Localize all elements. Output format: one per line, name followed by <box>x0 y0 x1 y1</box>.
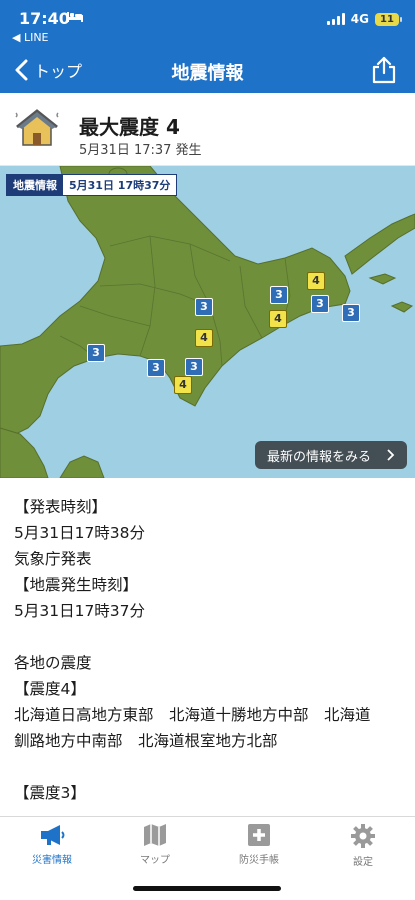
status-bar: 17:40 ◀ LINE 4G 11 <box>0 0 415 47</box>
report-line: 各地の震度 <box>14 654 92 672</box>
quake-occurred-time: 5月31日 17:37 発生 <box>79 143 202 158</box>
report-line: 【発表時刻】 <box>14 498 108 516</box>
earthquake-map[interactable]: 地震情報 5月31日 17時37分 3 4 3 4 3 3 4 3 3 3 4 … <box>0 166 415 478</box>
intensity-marker: 3 <box>185 358 203 376</box>
report-line: 釧路地方中南部 北海道根室地方北部 <box>14 732 278 750</box>
intensity-marker: 4 <box>195 329 213 347</box>
report-line: 【震度4】 <box>14 680 86 698</box>
report-blank-line <box>14 624 409 650</box>
megaphone-icon <box>41 825 65 845</box>
tab-disaster-info[interactable]: 災害情報 <box>7 823 97 873</box>
intensity-marker: 4 <box>174 376 192 394</box>
map-icon <box>144 824 166 846</box>
report-line: 【地震発生時刻】 <box>14 576 139 594</box>
hokkaido-map <box>0 166 415 478</box>
chevron-right-icon <box>387 449 395 461</box>
back-to-line-link[interactable]: ◀ LINE <box>12 31 49 44</box>
intensity-marker: 4 <box>307 272 325 290</box>
report-blank-line <box>14 754 409 780</box>
map-label-title: 地震情報 <box>7 175 63 195</box>
network-type: 4G <box>350 12 369 26</box>
battery-icon: 11 <box>375 12 402 26</box>
quake-summary: 最大震度 4 5月31日 17:37 発生 <box>0 93 415 166</box>
tab-label: 設定 <box>353 857 373 868</box>
map-label-date: 5月31日 17時37分 <box>63 175 177 195</box>
home-indicator[interactable] <box>133 886 281 891</box>
intensity-marker: 3 <box>311 295 329 313</box>
intensity-marker: 3 <box>87 344 105 362</box>
report-line: 5月31日17時38分 <box>14 524 146 542</box>
tab-label: マップ <box>140 855 170 866</box>
quake-report: 【発表時刻】 5月31日17時38分 気象庁発表 【地震発生時刻】 5月31日1… <box>14 494 409 806</box>
report-line: 【震度3】 <box>14 784 86 802</box>
intensity-marker: 3 <box>342 304 360 322</box>
intensity-marker: 3 <box>195 298 213 316</box>
navigation-bar: トップ 地震情報 <box>0 47 415 93</box>
tab-label: 災害情報 <box>32 855 72 866</box>
page-title: 地震情報 <box>171 63 244 84</box>
sleep-icon <box>67 12 83 22</box>
intensity-marker: 4 <box>269 310 287 328</box>
tab-map[interactable]: マップ <box>110 823 200 873</box>
tab-handbook[interactable]: 防災手帳 <box>214 823 304 873</box>
map-info-label: 地震情報 5月31日 17時37分 <box>6 174 178 196</box>
report-line: 気象庁発表 <box>14 550 92 568</box>
intensity-marker: 3 <box>147 359 165 377</box>
report-line: 北海道日高地方東部 北海道十勝地方中部 北海道 <box>14 706 371 724</box>
intensity-marker: 3 <box>270 286 288 304</box>
report-line: 5月31日17時37分 <box>14 602 146 620</box>
share-icon[interactable] <box>371 56 397 84</box>
latest-info-label: 最新の情報をみる <box>267 449 372 465</box>
first-aid-book-icon <box>248 824 270 846</box>
latest-info-button[interactable]: 最新の情報をみる <box>255 441 407 469</box>
tab-bar: 災害情報 マップ 防災手帳 設定 <box>0 816 415 900</box>
app-screen: 17:40 ◀ LINE 4G 11 トップ 地震情報 最大震度 4 5月31日… <box>0 0 415 900</box>
tab-settings[interactable]: 設定 <box>318 823 408 873</box>
tab-label: 防災手帳 <box>239 855 279 866</box>
gear-icon <box>351 824 375 848</box>
status-time: 17:40 <box>19 9 70 28</box>
signal-icon <box>326 13 345 25</box>
shaking-house-icon <box>15 109 59 146</box>
max-intensity-title: 最大震度 4 <box>79 115 180 139</box>
status-indicators: 4G 11 <box>326 12 402 26</box>
